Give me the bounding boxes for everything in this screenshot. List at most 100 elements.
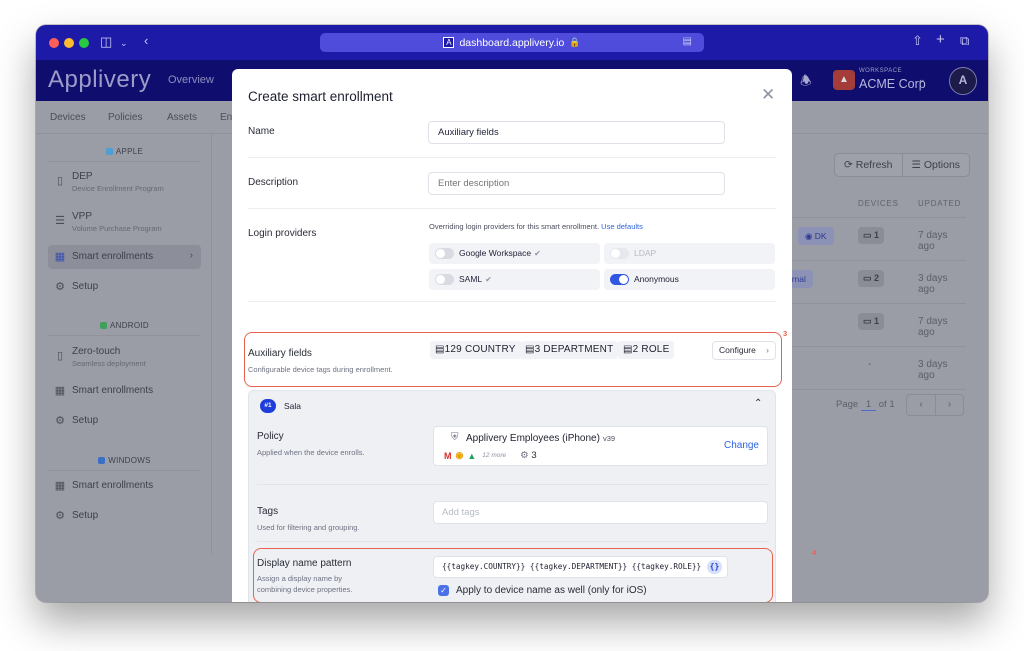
insert-variable-button[interactable]: {} <box>707 560 722 574</box>
ldap-toggle[interactable] <box>610 248 629 259</box>
subnav-enrollments[interactable]: En <box>220 112 232 123</box>
aux-chip-department[interactable]: ▤3 DEPARTMENT <box>520 341 619 359</box>
updated-time: 7 days ago <box>918 230 948 252</box>
column-header-updated[interactable]: UPDATED <box>918 199 961 208</box>
description-input[interactable] <box>428 172 725 195</box>
next-page-button[interactable]: › <box>935 395 963 415</box>
anonymous-toggle[interactable] <box>610 274 629 285</box>
use-defaults-link[interactable]: Use defaults <box>601 222 643 231</box>
sidebar-item-windows-setup[interactable]: ⚙ Setup <box>48 504 201 528</box>
config-count-value: 3 <box>531 450 537 461</box>
saml-toggle[interactable] <box>435 274 454 285</box>
apply-device-name-checkbox[interactable]: ✓ <box>438 585 449 596</box>
tags-sub: Used for filtering and grouping. <box>257 523 360 532</box>
chrome-icon: ◉ <box>455 450 464 460</box>
verified-icon: ✔ <box>485 275 492 284</box>
policy-sub: Applied when the device enrolls. <box>257 448 365 457</box>
sidebar-item-apple-smart-enrollments[interactable]: ▦ Smart enrollments › <box>48 245 201 269</box>
lock-icon: 🔒 <box>569 37 581 47</box>
tags-label: Tags <box>257 506 279 517</box>
sidebar-item-label: Zero-touch <box>72 346 121 357</box>
sidebar-item-apple-setup[interactable]: ⚙ Setup <box>48 275 201 299</box>
sidebar-item-label: Smart enrollments <box>72 480 154 491</box>
gear-icon: ⚙ <box>55 510 65 522</box>
column-header-devices[interactable]: DEVICES <box>858 199 899 208</box>
subnav-assets[interactable]: Assets <box>167 112 197 123</box>
chevron-right-icon: › <box>766 345 769 355</box>
page-prefix: Page <box>836 399 859 410</box>
back-icon[interactable]: ‹ <box>144 34 148 48</box>
display-name-pattern-sub: Assign a display name by combining devic… <box>257 573 352 595</box>
config-count: ⚙ 3 <box>520 450 536 461</box>
display-name-pattern-input[interactable]: {{tagkey.COUNTRY}} {{tagkey.DEPARTMENT}}… <box>433 556 728 578</box>
row-divider <box>788 217 966 218</box>
close-window-button[interactable] <box>49 38 59 48</box>
sidebar-item-label: Setup <box>72 510 99 521</box>
aux-chip-role[interactable]: ▤2 ROLE <box>618 341 675 359</box>
apps-more: 12 more <box>482 452 507 459</box>
devices-count: ▭ 1 <box>858 227 884 244</box>
options-label: Options <box>923 159 961 171</box>
aux-fields-sub: Configurable device tags during enrollme… <box>248 365 393 374</box>
sidebar: APPLE ▯ DEP Device Enrollment Program ☰ … <box>36 134 212 554</box>
sidebar-item-sublabel: Volume Purchase Program <box>72 224 162 233</box>
new-tab-icon[interactable]: + <box>936 32 945 47</box>
prev-page-button[interactable]: ‹ <box>907 395 935 415</box>
change-policy-link[interactable]: Change <box>724 440 759 451</box>
sidebar-item-android-setup[interactable]: ⚙ Setup <box>48 409 201 433</box>
pagination-label: Page 1 of 1 <box>836 399 895 411</box>
enrollments-table: DEVICES UPDATED ◉ DK ▭ 1 7 days ago erna… <box>780 189 966 439</box>
sidebar-toggle-icon[interactable]: ◫ <box>100 35 112 49</box>
workspace-selector[interactable]: ACME Corp <box>859 77 926 91</box>
phone-icon: ▯ <box>56 175 64 187</box>
apply-device-name-label[interactable]: Apply to device name as well (only for i… <box>456 585 647 596</box>
refresh-button[interactable]: ⟳ Refresh <box>835 154 902 176</box>
nav-overview[interactable]: Overview <box>168 74 214 86</box>
name-input[interactable] <box>428 121 725 144</box>
subnav-policies[interactable]: Policies <box>108 112 142 123</box>
sidebar-section-apple: APPLE <box>48 147 201 162</box>
apple-icon <box>105 148 113 155</box>
chevron-up-icon[interactable]: ⌃ <box>754 398 762 409</box>
sidebar-item-label: Setup <box>72 281 99 292</box>
tabs-overview-icon[interactable]: ⧉ <box>960 34 969 48</box>
provider-ldap: LDAP <box>604 243 775 264</box>
minimize-window-button[interactable] <box>64 38 74 48</box>
android-icon <box>100 322 107 329</box>
login-providers-note: Overriding login providers for this smar… <box>429 222 643 231</box>
share-icon[interactable]: ⇧ <box>912 34 923 48</box>
rule-panel: #1 Sala ⌃ Policy Applied when the device… <box>248 390 776 602</box>
sidebar-item-vpp[interactable]: ☰ VPP Volume Purchase Program <box>48 209 201 233</box>
tags-input[interactable]: Add tags <box>433 501 768 524</box>
reader-icon[interactable]: ▤ <box>683 36 692 47</box>
maximize-window-button[interactable] <box>79 38 89 48</box>
sidebar-item-zero-touch[interactable]: ▯ Zero-touch Seamless deployment <box>48 344 201 368</box>
close-icon[interactable]: ✕ <box>761 85 775 105</box>
modal-title: Create smart enrollment <box>248 89 393 104</box>
list-icon: ▤ <box>525 344 535 355</box>
aux-chip-country[interactable]: ▤129 COUNTRY <box>430 341 521 359</box>
gear-icon: ⚙ <box>520 450 529 461</box>
chevron-down-icon[interactable]: ⌄ <box>918 74 926 85</box>
sidebar-item-sublabel: Seamless deployment <box>72 359 146 368</box>
phone-icon: ▯ <box>56 350 64 362</box>
row-divider <box>788 389 966 390</box>
options-button[interactable]: ☰ Options <box>901 154 970 176</box>
subnav-devices[interactable]: Devices <box>50 112 86 123</box>
google-workspace-toggle[interactable] <box>435 248 454 259</box>
display-name-pattern-label: Display name pattern <box>257 558 352 569</box>
sidebar-item-label: Smart enrollments <box>72 251 154 262</box>
configure-button[interactable]: Configure › <box>712 341 776 360</box>
sidebar-item-windows-smart-enrollments[interactable]: ▦ Smart enrollments <box>48 474 201 498</box>
sidebar-item-label: DEP <box>72 171 93 182</box>
page-input[interactable]: 1 <box>860 399 877 411</box>
sidebar-item-dep[interactable]: ▯ DEP Device Enrollment Program <box>48 169 201 193</box>
bell-icon[interactable]: 🕭 <box>800 72 812 94</box>
brand-logo[interactable]: Applivery <box>48 66 151 94</box>
address-bar[interactable]: A dashboard.applivery.io 🔒 ▤ <box>320 33 704 52</box>
chevron-down-icon[interactable]: ⌄ <box>120 36 128 50</box>
create-smart-enrollment-modal: Create smart enrollment ✕ Name Descripti… <box>232 69 792 602</box>
sidebar-item-android-smart-enrollments[interactable]: ▦ Smart enrollments <box>48 379 201 403</box>
policy-label: Policy <box>257 431 284 442</box>
avatar[interactable]: A <box>949 67 977 95</box>
